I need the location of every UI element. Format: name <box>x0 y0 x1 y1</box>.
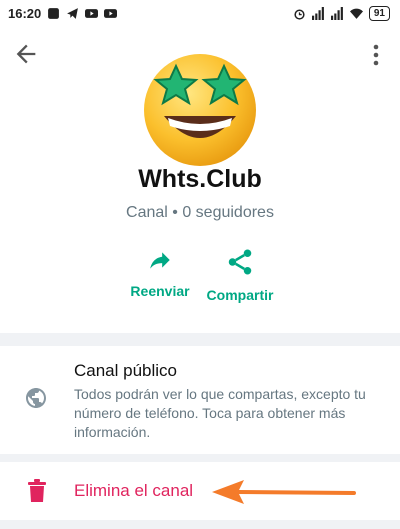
signal-icon <box>311 6 324 20</box>
arrow-left-icon[interactable] <box>12 40 40 68</box>
notification-icon <box>48 7 60 19</box>
status-bar-left: 16:20 <box>0 5 118 21</box>
youtube-icon <box>104 8 118 18</box>
section-divider <box>0 333 400 346</box>
signal-icon <box>330 6 343 20</box>
channel-subtitle: Canal • 0 seguidores <box>126 204 274 221</box>
section-divider <box>0 454 400 462</box>
wifi-icon <box>349 8 363 19</box>
channel-name: Whts.Club <box>138 165 262 193</box>
more-vertical-icon[interactable] <box>366 42 386 68</box>
annotation-arrow-icon <box>212 480 356 504</box>
trash-icon <box>28 479 46 502</box>
status-bar-right: 91 <box>293 5 400 21</box>
globe-icon <box>26 388 46 408</box>
telegram-icon <box>67 7 79 19</box>
share-label: Compartir <box>206 287 274 303</box>
public-channel-description: Todos podrán ver lo que compartas, excep… <box>74 386 366 440</box>
share-button[interactable]: Compartir <box>190 247 290 303</box>
public-channel-title: Canal público <box>74 361 178 380</box>
forward-icon <box>150 252 170 269</box>
section-divider <box>0 520 400 529</box>
channel-avatar <box>144 54 256 166</box>
delete-channel-label: Elimina el canal <box>74 481 194 500</box>
status-bar: 16:20 91 <box>0 0 400 26</box>
public-channel-item[interactable]: Canal público Todos podrán ver lo que co… <box>0 346 400 454</box>
youtube-icon <box>85 8 99 18</box>
alarm-icon <box>294 8 305 20</box>
status-time: 16:20 <box>8 5 42 21</box>
share-icon <box>228 249 252 275</box>
battery-indicator: 91 <box>368 5 390 21</box>
